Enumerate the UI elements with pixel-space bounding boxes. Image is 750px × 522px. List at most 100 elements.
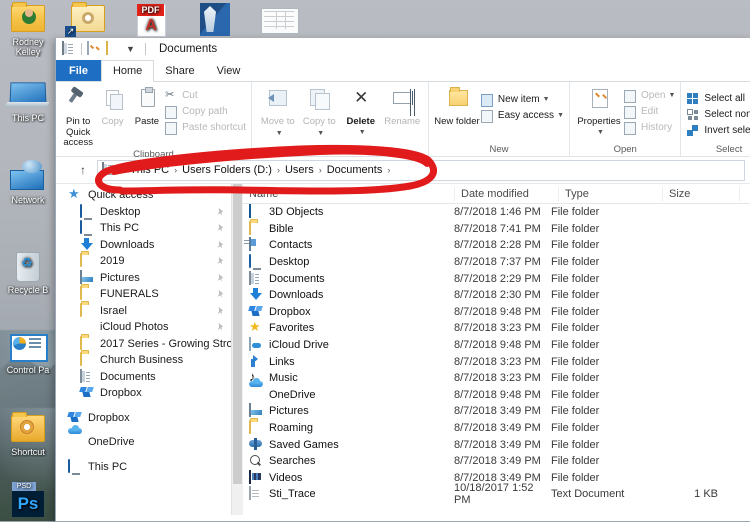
pin-icon[interactable] — [216, 207, 225, 217]
copy-button[interactable]: Copy — [95, 85, 129, 128]
tab-home[interactable]: Home — [100, 60, 155, 82]
table-row[interactable]: Searches 8/7/2018 3:49 PM File folder — [243, 453, 750, 470]
table-row[interactable]: Documents 8/7/2018 2:29 PM File folder — [243, 270, 750, 287]
cut-button[interactable]: ✂ Cut — [164, 87, 246, 103]
nav-item-onedrive[interactable]: OneDrive — [56, 434, 231, 451]
chevron-down-icon[interactable]: ▼ — [126, 42, 140, 56]
pin-icon[interactable] — [216, 289, 225, 299]
table-row[interactable]: Pictures 8/7/2018 3:49 PM File folder — [243, 403, 750, 420]
file-name-cell[interactable]: Bible — [243, 220, 454, 236]
table-row[interactable]: ♪ Music 8/7/2018 3:23 PM File folder — [243, 370, 750, 387]
table-row[interactable]: Contacts 8/7/2018 2:28 PM File folder — [243, 237, 750, 254]
delete-button[interactable]: ✕ Delete ▼ — [340, 85, 382, 138]
rename-button[interactable]: Rename — [382, 85, 424, 128]
file-name-cell[interactable]: ★ Favorites — [243, 320, 454, 335]
desktop-icon-network[interactable]: Network — [2, 160, 54, 205]
desktop-icon-spreadsheet[interactable] — [254, 2, 306, 37]
nav-item-2019[interactable]: 2019 — [56, 253, 231, 270]
scrollbar-thumb[interactable] — [233, 184, 242, 484]
breadcrumb[interactable]: › This PC › Users Folders (D:) › Users ›… — [97, 159, 745, 181]
paste-shortcut-button[interactable]: Paste shortcut — [164, 119, 246, 135]
file-name-cell[interactable]: 3D Objects — [243, 204, 454, 219]
copy-path-button[interactable]: Copy path — [164, 103, 246, 119]
navigation-scrollbar[interactable] — [231, 184, 243, 515]
pin-icon[interactable] — [216, 306, 225, 316]
file-name-cell[interactable]: Downloads — [243, 288, 454, 302]
properties-button[interactable]: Properties ▼ — [575, 85, 623, 138]
file-name-cell[interactable]: Searches — [243, 454, 454, 468]
new-folder-button[interactable]: New folder — [434, 85, 480, 128]
desktop-icon-user-folder[interactable]: Rodney Kelley — [2, 2, 54, 57]
open-button[interactable]: Open ▼ — [623, 87, 675, 103]
column-header-name[interactable]: Name — [243, 186, 455, 201]
file-name-cell[interactable]: Links — [243, 355, 454, 369]
desktop-icon-pdf[interactable]: PDF A — [126, 2, 178, 37]
file-name-cell[interactable]: Desktop — [243, 254, 454, 269]
desktop-icon-design-pen[interactable] — [190, 2, 242, 37]
invert-selection-button[interactable]: Invert selection — [686, 122, 750, 138]
up-arrow-icon[interactable]: ↑ — [74, 161, 92, 179]
file-name-cell[interactable]: iCloud Drive — [243, 337, 454, 352]
table-row[interactable]: Dropbox 8/7/2018 9:48 PM File folder — [243, 304, 750, 321]
breadcrumb-documents[interactable]: Documents — [324, 164, 386, 176]
history-button[interactable]: History — [623, 119, 675, 135]
tab-file[interactable]: File — [56, 60, 101, 81]
nav-item-this-pc[interactable]: This PC — [56, 220, 231, 237]
document-icon[interactable] — [62, 41, 76, 56]
properties-check-icon[interactable] — [87, 41, 101, 56]
table-row[interactable]: Links 8/7/2018 3:23 PM File folder — [243, 353, 750, 370]
file-name-cell[interactable]: Sti_Trace — [243, 486, 454, 501]
file-name-cell[interactable]: Videos — [243, 469, 454, 485]
select-none-button[interactable]: Select none — [686, 106, 750, 122]
file-name-cell[interactable]: Saved Games — [243, 438, 454, 452]
copy-to-button[interactable]: Copy to ▼ — [299, 85, 341, 139]
nav-item-israel[interactable]: Israel — [56, 302, 231, 320]
pin-icon[interactable] — [216, 256, 225, 266]
tab-share[interactable]: Share — [154, 60, 205, 81]
edit-button[interactable]: Edit — [623, 103, 675, 119]
desktop-icon-photoshop-psd[interactable]: PSD Ps Ps — [2, 482, 54, 521]
desktop-icon-shortcut-folder[interactable]: Shortcut — [2, 412, 54, 457]
file-name-cell[interactable]: Dropbox — [243, 305, 454, 319]
table-row[interactable]: Desktop 8/7/2018 7:37 PM File folder — [243, 254, 750, 271]
file-name-cell[interactable]: Documents — [243, 270, 454, 286]
easy-access-button[interactable]: Easy access ▼ — [480, 107, 564, 123]
pin-icon[interactable] — [216, 223, 225, 233]
pin-icon[interactable] — [216, 240, 225, 250]
file-name-cell[interactable]: OneDrive — [243, 388, 454, 402]
column-header-size[interactable]: Size — [663, 186, 740, 201]
pin-to-quick-access-button[interactable]: Pin to Quick access — [61, 85, 95, 149]
breadcrumb-users-folders-d[interactable]: Users Folders (D:) — [179, 164, 275, 176]
nav-item-desktop[interactable]: Desktop — [56, 203, 231, 221]
nav-item-documents[interactable]: Documents — [56, 368, 231, 386]
desktop-icon-this-pc[interactable]: This PC — [2, 78, 54, 123]
table-row[interactable]: iCloud Drive 8/7/2018 9:48 PM File folder — [243, 337, 750, 354]
column-header-date-modified[interactable]: Date modified — [455, 186, 559, 201]
file-name-cell[interactable]: ♪ Music — [243, 370, 454, 385]
nav-item-church-business[interactable]: Church Business — [56, 352, 231, 369]
table-row[interactable]: Bible 8/7/2018 7:41 PM File folder — [243, 220, 750, 238]
table-row[interactable]: Roaming 8/7/2018 3:49 PM File folder — [243, 420, 750, 437]
desktop-icon-folder-shortcut-top[interactable]: ↗ — [62, 2, 114, 37]
file-name-cell[interactable]: Roaming — [243, 420, 454, 435]
tab-view[interactable]: View — [206, 60, 252, 81]
breadcrumb-users[interactable]: Users — [282, 164, 317, 176]
table-row[interactable]: 3D Objects 8/7/2018 1:46 PM File folder — [243, 204, 750, 221]
pin-icon[interactable] — [216, 322, 225, 332]
file-name-cell[interactable]: Pictures — [243, 403, 454, 418]
column-header-type[interactable]: Type — [559, 186, 663, 201]
table-row[interactable]: Downloads 8/7/2018 2:30 PM File folder — [243, 287, 750, 304]
nav-item-dropbox[interactable]: Dropbox — [56, 385, 231, 402]
table-row[interactable]: OneDrive 8/7/2018 9:48 PM File folder — [243, 387, 750, 404]
paste-button[interactable]: Paste — [130, 85, 164, 128]
nav-item-quick-access[interactable]: ★ Quick access — [56, 187, 231, 204]
new-item-button[interactable]: New item ▼ — [480, 91, 564, 107]
new-folder-icon[interactable] — [106, 41, 120, 56]
desktop-icon-control-panel[interactable]: Control Pa — [2, 330, 54, 375]
table-row[interactable]: ★ Favorites 8/7/2018 3:23 PM File folder — [243, 320, 750, 337]
breadcrumb-this-pc[interactable]: This PC — [127, 164, 172, 176]
nav-item-dropbox[interactable]: Dropbox — [56, 410, 231, 427]
file-name-cell[interactable]: Contacts — [243, 237, 454, 252]
table-row[interactable]: Saved Games 8/7/2018 3:49 PM File folder — [243, 436, 750, 453]
desktop-icon-recycle-bin[interactable]: ♻ Recycle B — [2, 250, 54, 295]
